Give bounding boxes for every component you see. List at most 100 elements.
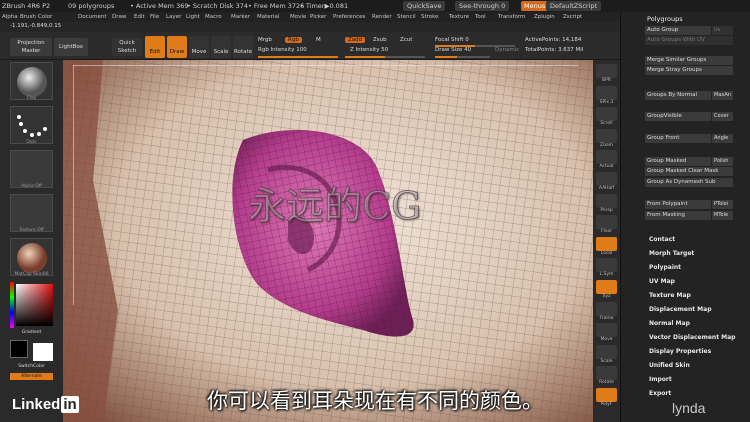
shelf-button-local[interactable] — [596, 236, 617, 251]
menu-macro[interactable]: Macro — [205, 12, 222, 22]
polygroup-button-9[interactable]: Group As Dynamesh Sub — [645, 178, 733, 187]
gradient-label[interactable]: Gradient — [10, 330, 53, 335]
menu-stencil[interactable]: Stencil — [397, 12, 416, 22]
tool-subpalette-morph-target[interactable]: Morph Target — [649, 250, 694, 257]
tool-subpalette-texture-map[interactable]: Texture Map — [649, 292, 691, 299]
tool-subpalette-normal-map[interactable]: Normal Map — [649, 320, 690, 327]
menu-preferences[interactable]: Preferences — [333, 12, 365, 22]
move-button[interactable]: Move — [189, 36, 209, 58]
polygroup-button-4[interactable]: Groups By Normal — [645, 91, 711, 100]
polygroup-button-3[interactable]: Merge Stray Groups — [645, 66, 733, 75]
primary-color-swatch[interactable] — [10, 340, 28, 358]
canvas-viewport[interactable]: 永远的CG — [63, 60, 593, 422]
material-thumbnail[interactable] — [10, 238, 53, 276]
shelf-button-actual[interactable] — [596, 150, 617, 165]
menu-material[interactable]: Material — [257, 12, 279, 22]
stroke-thumbnail[interactable] — [10, 106, 53, 144]
menu-marker[interactable]: Marker — [231, 12, 250, 22]
menu-zscript[interactable]: Zscript — [563, 12, 582, 22]
menu-brush[interactable]: Brush — [20, 12, 36, 22]
polygroup-button-2[interactable]: Merge Similar Groups — [645, 56, 733, 65]
menu-stroke[interactable]: Stroke — [421, 12, 439, 22]
tool-subpalette-contact[interactable]: Contact — [649, 236, 675, 243]
polygroup-option-10[interactable]: PTolei — [712, 200, 733, 209]
focal-shift-label[interactable]: Focal Shift 0 — [435, 37, 469, 43]
shelf-button-zoom[interactable] — [596, 128, 617, 143]
menu-file[interactable]: File — [150, 12, 159, 22]
zsub-toggle[interactable]: Zsub — [373, 37, 387, 43]
menu-transform[interactable]: Transform — [498, 12, 525, 22]
secondary-color-swatch[interactable] — [33, 343, 53, 361]
tool-subpalette-import[interactable]: Import — [649, 376, 672, 383]
polygroup-button-7[interactable]: Group Masked — [645, 157, 711, 166]
menu-edit[interactable]: Edit — [134, 12, 145, 22]
shelf-button-rotate[interactable] — [596, 366, 617, 381]
lightbox-button[interactable]: LightBox — [54, 38, 88, 56]
rgb-intensity-slider[interactable] — [258, 56, 338, 58]
quick-sketch-button[interactable]: Quick Sketch — [112, 38, 142, 56]
menu-document[interactable]: Document — [78, 12, 107, 22]
texture-thumbnail[interactable] — [10, 194, 53, 232]
tool-subpalette-unified-skin[interactable]: Unified Skin — [649, 362, 690, 369]
menu-texture[interactable]: Texture — [449, 12, 469, 22]
z-intensity-label[interactable]: Z Intensity 50 — [350, 47, 388, 53]
shelf-button-persp[interactable] — [596, 193, 617, 208]
polygroup-option-0[interactable]: Uv Groups — [712, 26, 733, 35]
menu-picker[interactable]: Picker — [310, 12, 326, 22]
rgb-toggle[interactable]: Rgb — [285, 37, 302, 43]
menu-light[interactable]: Light — [186, 12, 200, 22]
shelf-button-floor[interactable] — [596, 215, 617, 230]
shelf-button-frame[interactable] — [596, 301, 617, 316]
rotate-button[interactable]: Rotate — [233, 36, 253, 58]
shelf-button-scale[interactable] — [596, 344, 617, 359]
menu-zplugin[interactable]: Zplugin — [534, 12, 555, 22]
tool-subpalette-display-properties[interactable]: Display Properties — [649, 348, 711, 355]
menu-movie[interactable]: Movie — [290, 12, 306, 22]
alpha-thumbnail[interactable] — [10, 150, 53, 188]
polygroup-option-5[interactable]: Cover Clstr — [712, 112, 733, 121]
shelf-button-aahalf[interactable] — [596, 172, 617, 186]
polygroup-button-8[interactable]: Group Masked Clear Mask — [645, 167, 733, 176]
color-picker[interactable] — [10, 282, 53, 328]
tool-subpalette-displacement-map[interactable]: Displacement Map — [649, 306, 712, 313]
menus-toggle[interactable]: Menus — [521, 1, 549, 11]
draw-size-label[interactable]: Draw Size 40 — [435, 47, 471, 53]
projection-master-button[interactable]: Projection Master — [10, 38, 52, 56]
shelf-button-l-sym[interactable] — [596, 258, 617, 273]
polygroup-option-11[interactable]: MTole — [712, 211, 733, 220]
rgb-intensity-label[interactable]: Rgb Intensity 100 — [258, 47, 307, 53]
menu-tool[interactable]: Tool — [475, 12, 486, 22]
menu-color[interactable]: Color — [38, 12, 52, 22]
default-zscript-button[interactable]: DefaultZScript — [546, 1, 602, 11]
polygroup-button-5[interactable]: GroupVisible — [645, 112, 711, 121]
draw-size-slider[interactable] — [435, 56, 490, 58]
polygroup-button-0[interactable]: Auto Group — [645, 26, 711, 35]
shelf-button-spix-3[interactable] — [596, 85, 617, 100]
dynamic-toggle[interactable]: Dynamic — [495, 47, 519, 53]
z-intensity-slider[interactable] — [345, 56, 425, 58]
menu-draw[interactable]: Draw — [112, 12, 126, 22]
polygroup-button-11[interactable]: From Masking — [645, 211, 711, 220]
alternate-button[interactable]: Alternate — [10, 373, 53, 380]
polygroup-button-10[interactable]: From Polypaint — [645, 200, 711, 209]
polygroup-option-6[interactable]: Angle Additi — [712, 134, 733, 143]
see-through-slider[interactable]: See-through 0 — [455, 1, 510, 11]
menu-render[interactable]: Render — [372, 12, 392, 22]
switch-color-button[interactable]: SwitchColor — [10, 364, 53, 369]
shelf-button-bpr[interactable] — [596, 64, 617, 78]
scale-button[interactable]: Scale — [211, 36, 231, 58]
tool-subpalette-uv-map[interactable]: UV Map — [649, 278, 675, 285]
polygroup-option-7[interactable]: Polish — [712, 157, 733, 166]
zadd-toggle[interactable]: Zadd — [345, 37, 366, 43]
edit-button[interactable]: Edit — [145, 36, 165, 58]
draw-button[interactable]: Draw — [167, 36, 187, 58]
menu-alpha[interactable]: Alpha — [2, 12, 18, 22]
quicksave-button[interactable]: QuickSave — [403, 1, 446, 11]
shelf-button-scroll[interactable] — [596, 107, 617, 122]
polygroup-button-1[interactable]: Auto Groups With UV — [645, 36, 733, 45]
m-toggle[interactable]: M — [316, 37, 321, 43]
polygroup-option-4[interactable]: MaxAn — [712, 91, 733, 100]
polygroup-button-6[interactable]: Group Front — [645, 134, 711, 143]
tool-subpalette-polypaint[interactable]: Polypaint — [649, 264, 681, 271]
menu-layer[interactable]: Layer — [166, 12, 181, 22]
